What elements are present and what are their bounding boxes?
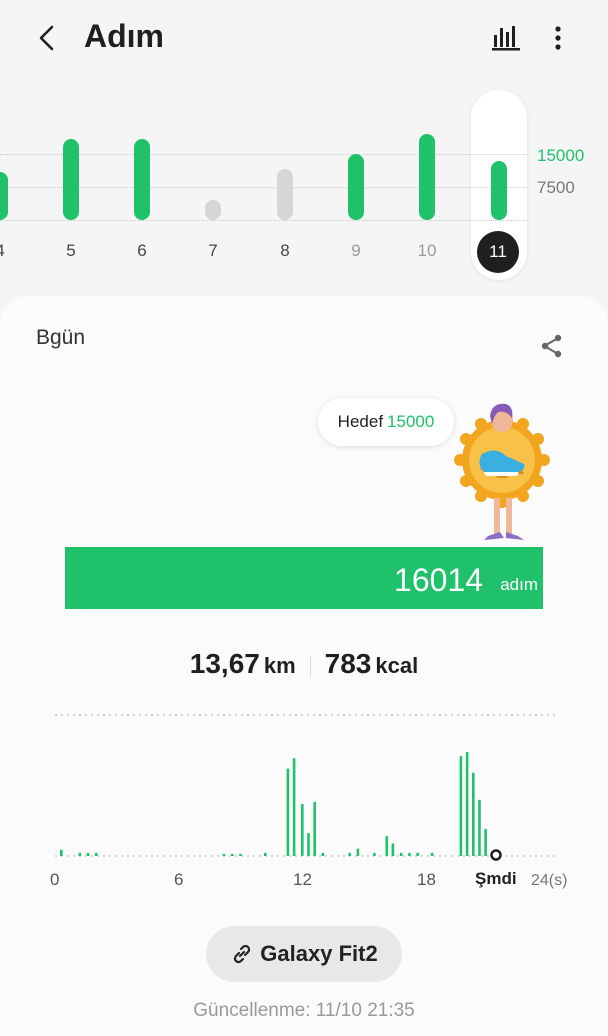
page-title: Adım xyxy=(84,18,164,54)
step-unit: adım xyxy=(500,575,538,594)
hourly-bar-22 xyxy=(430,852,434,856)
share-icon[interactable] xyxy=(538,332,566,360)
hourly-bar-17 xyxy=(385,836,389,856)
axis-now-label: Şmdi xyxy=(475,869,517,888)
baseline-gridline xyxy=(0,220,528,221)
metric-divider xyxy=(309,654,311,677)
hourly-bar-13 xyxy=(321,852,325,856)
hourly-bar-19 xyxy=(399,852,403,856)
axis-tick-6: 6 xyxy=(174,870,184,889)
axis-tick-0: 0 xyxy=(50,870,60,889)
last-updated: Güncellenme: 11/10 21:35 xyxy=(193,1000,415,1021)
hourly-bar-23 xyxy=(459,756,463,856)
hourly-bar-9 xyxy=(292,758,296,856)
goal-text: Hedef xyxy=(337,412,384,431)
axis-tick-18: 18 xyxy=(417,870,436,889)
weekly-bar-6[interactable] xyxy=(134,138,150,220)
hourly-bar-20 xyxy=(408,852,411,856)
hourly-bar-24 xyxy=(465,752,469,856)
step-count: 16014 xyxy=(394,562,483,598)
now-marker xyxy=(490,849,502,861)
weekly-bar-7[interactable] xyxy=(205,200,221,220)
axis-tick-12: 12 xyxy=(293,870,312,889)
hourly-bar-10 xyxy=(301,804,304,856)
calories-value: 783 xyxy=(324,648,372,679)
half-goal-axis-label: 7500 xyxy=(537,178,575,197)
day-label-8[interactable]: 8 xyxy=(265,241,305,261)
calories-unit: kcal xyxy=(375,653,419,678)
hourly-bar-4 xyxy=(222,853,226,856)
goal-bubble: Hedef 15000 xyxy=(318,398,454,446)
hourly-bar-15 xyxy=(356,848,360,856)
more-options-icon[interactable] xyxy=(548,20,568,56)
link-icon xyxy=(234,944,251,964)
hourly-bar-11 xyxy=(307,833,310,856)
hourly-bar-2 xyxy=(86,852,90,856)
hourly-bar-6 xyxy=(239,853,242,856)
hourly-bar-14 xyxy=(348,852,351,856)
day-label-5[interactable]: 5 xyxy=(51,241,91,261)
today-label: Bgün xyxy=(36,326,86,349)
weekly-bar-5[interactable] xyxy=(63,138,79,220)
hourly-bar-26 xyxy=(478,799,481,856)
distance-value: 13,67 xyxy=(189,648,260,679)
device-chip[interactable]: Galaxy Fit2 xyxy=(206,926,402,982)
hourly-bar-27 xyxy=(484,829,487,856)
hourly-bar-1 xyxy=(78,852,82,856)
hourly-bar-0 xyxy=(60,849,63,856)
weekly-bar-10[interactable] xyxy=(419,134,435,220)
device-name: Galaxy Fit2 xyxy=(260,941,378,966)
day-label-6[interactable]: 6 xyxy=(122,241,162,261)
back-arrow-icon[interactable] xyxy=(30,20,66,56)
summary-metrics: 13,67 km 783 kcal xyxy=(0,648,608,680)
distance-unit: km xyxy=(263,653,296,678)
mascot-illustration xyxy=(454,403,550,540)
hourly-bar-8 xyxy=(286,768,290,856)
day-label-10[interactable]: 10 xyxy=(407,241,447,261)
hourly-bar-7 xyxy=(263,852,267,856)
day-label-4[interactable]: 4 xyxy=(0,241,20,261)
goal-axis-label: 15000 xyxy=(537,146,585,165)
goal-value: 15000 xyxy=(387,412,435,431)
day-label-7[interactable]: 7 xyxy=(193,241,233,261)
day-label-11[interactable]: 11 xyxy=(477,231,519,273)
hourly-bar-21 xyxy=(416,852,419,856)
weekly-bar-11[interactable] xyxy=(491,160,507,220)
hourly-bar-3 xyxy=(95,852,98,856)
hourly-bar-16 xyxy=(373,852,376,856)
weekly-bar-9[interactable] xyxy=(348,154,364,220)
bar-chart-icon[interactable] xyxy=(490,22,524,52)
hourly-bar-12 xyxy=(313,801,316,856)
weekly-bar-8[interactable] xyxy=(277,169,293,220)
weekly-bar-4[interactable] xyxy=(0,171,8,220)
hourly-bar-18 xyxy=(391,843,395,856)
app-bar: Adım xyxy=(0,0,608,80)
hourly-bars xyxy=(60,752,487,856)
half-goal-gridline xyxy=(0,187,528,188)
axis-end-label: 24(s) xyxy=(531,872,568,889)
hourly-bar-5 xyxy=(231,853,234,856)
goal-gridline xyxy=(0,154,528,155)
hourly-bar-25 xyxy=(472,772,475,856)
day-label-9[interactable]: 9 xyxy=(336,241,376,261)
